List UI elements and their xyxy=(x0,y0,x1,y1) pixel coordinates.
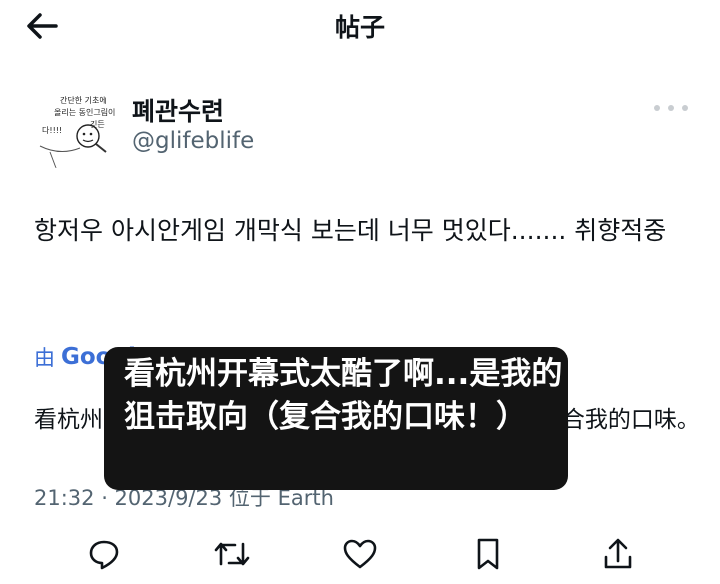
share-button[interactable] xyxy=(598,536,638,572)
avatar[interactable]: 간단한 기초에 올리는 동인그림이 깃든 다!!!! xyxy=(30,86,120,172)
like-button[interactable] xyxy=(340,536,380,572)
reply-button[interactable] xyxy=(84,536,124,572)
avatar-text-4: 다!!!! xyxy=(42,126,63,135)
reply-icon xyxy=(89,540,119,570)
avatar-text-1: 간단한 기초에 xyxy=(60,96,107,105)
action-bar xyxy=(0,520,720,584)
display-name[interactable]: 폐관수련 xyxy=(132,92,224,128)
page-title: 帖子 xyxy=(334,13,385,42)
top-bar: 帖子 xyxy=(0,0,720,52)
repost-button[interactable] xyxy=(212,536,252,572)
heart-icon xyxy=(343,539,377,569)
more-dot-icon xyxy=(654,105,660,111)
more-dot-icon xyxy=(682,105,688,111)
bookmark-icon xyxy=(477,538,499,570)
more-dot-icon xyxy=(668,105,674,111)
share-icon xyxy=(604,538,632,569)
caption-sticker-text: 看杭州开幕式太酷了啊...是我的狙击取向（复合我的口味！） xyxy=(124,356,563,435)
user-handle[interactable]: @glifeblife xyxy=(132,128,254,154)
bookmark-button[interactable] xyxy=(468,536,508,572)
avatar-text-2: 올리는 동인그림이 xyxy=(54,108,116,117)
avatar-text-3: 깃든 xyxy=(90,120,105,129)
post-text: 항저우 아시안게임 개막식 보는데 너무 멋있다....... 취향적중 xyxy=(34,216,667,245)
translated-by-prefix: 由 xyxy=(34,346,55,370)
more-options-button[interactable] xyxy=(654,96,688,120)
repost-icon xyxy=(214,542,250,566)
